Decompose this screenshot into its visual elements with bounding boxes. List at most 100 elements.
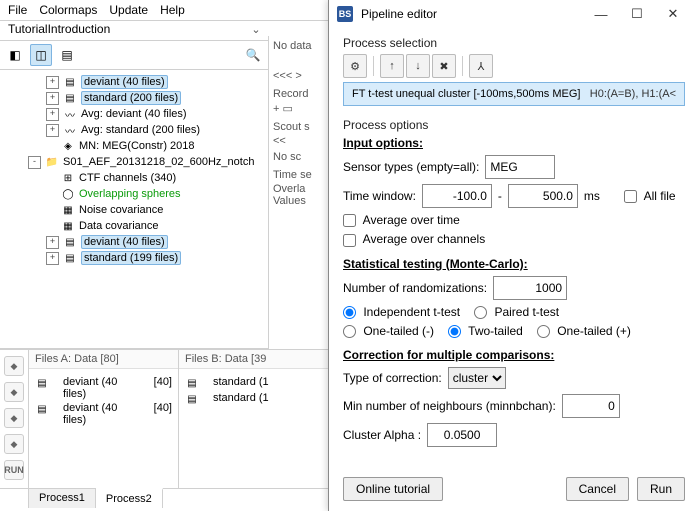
run-button-small[interactable]: RUN [4,460,24,480]
sensor-types-input[interactable] [485,155,555,179]
nav-next-button[interactable]: > [295,70,301,82]
expand-icon[interactable]: + [46,76,59,89]
mn-icon: ◈ [61,139,75,153]
project-title[interactable]: TutorialIntroduction [4,20,248,38]
scout-prev-button[interactable]: << [273,135,286,147]
tab-process2[interactable]: Process2 [96,488,163,508]
search-icon[interactable]: 🔍 [242,44,264,66]
expand-icon[interactable]: + [46,108,59,121]
expand-icon[interactable]: + [46,92,59,105]
vtool-c-icon[interactable]: ◆ [4,408,24,428]
vertical-toolbar: ◆ ◆ ◆ ◆ RUN [0,350,29,488]
maximize-icon[interactable]: ☐ [619,6,655,22]
selected-process[interactable]: FT t-test unequal cluster [-100ms,500ms … [343,82,685,106]
tree-node[interactable]: +〰Avg: standard (200 files) [0,122,266,138]
tree-label: CTF channels (340) [79,172,176,184]
list-item[interactable]: ▤deviant (40 files)[40] [35,401,172,427]
dialog-titlebar: BS Pipeline editor — ☐ ✕ [329,0,698,28]
overla-label: Overla [273,183,324,195]
alpha-input[interactable] [427,423,497,447]
expand-icon[interactable]: + [46,124,59,137]
toolbar-db-icon[interactable]: ◧ [4,44,26,66]
file-icon: ▤ [185,392,199,406]
branch-icon[interactable]: ⅄ [469,54,493,78]
online-tutorial-button[interactable]: Online tutorial [343,477,443,501]
tree-node[interactable]: + 〰 Avg: deviant (40 files) [0,106,266,122]
nrand-input[interactable] [493,276,567,300]
file-name: standard (1 [213,392,269,406]
tail-neg-radio[interactable]: One-tailed (-) [343,324,434,338]
menu-update[interactable]: Update [109,3,148,17]
files-a-header: Files A: Data [80] [29,350,178,369]
expand-icon[interactable]: - [28,156,41,169]
tree-node[interactable]: ◈MN: MEG(Constr) 2018 [0,138,266,154]
tree-label: Avg: deviant (40 files) [81,108,187,120]
list-item[interactable]: ▤standard (1 [185,375,322,391]
box-button[interactable]: ▭ [283,103,293,115]
toolbar-func-icon[interactable]: ◫ [30,44,52,66]
tree-node[interactable]: ⊞CTF channels (340) [0,170,266,186]
corr-type-label: Type of correction: [343,371,442,385]
expand-icon[interactable]: + [46,252,59,265]
tree-node[interactable]: +▤standard (200 files) [0,90,266,106]
move-up-icon[interactable]: ↑ [380,54,404,78]
tab-process1[interactable]: Process1 [29,489,96,508]
time-to-input[interactable] [508,184,578,208]
nrand-label: Number of randomizations: [343,281,487,295]
move-down-icon[interactable]: ↓ [406,54,430,78]
tree-node[interactable]: +▤standard (199 files) [0,250,266,266]
tree-node[interactable]: ◯Overlapping spheres [0,186,266,202]
timese-label: Time se [273,169,324,181]
vtool-b-icon[interactable]: ◆ [4,382,24,402]
wave-icon: 〰 [63,107,77,121]
process-selection-label: Process selection [343,36,685,50]
tree-node[interactable]: ▦Data covariance [0,218,266,234]
files-a-list[interactable]: ▤deviant (40 files)[40]▤deviant (40 file… [29,369,178,488]
file-name: standard (1 [213,376,269,390]
menu-colormaps[interactable]: Colormaps [39,3,97,17]
tree-label: Overlapping spheres [79,188,181,200]
gear-icon[interactable]: ⚙ [343,54,367,78]
minimize-icon[interactable]: — [583,7,619,22]
tree-node[interactable]: +▤deviant (40 files) [0,234,266,250]
list-item[interactable]: ▤ standard (1 [185,391,322,407]
list-icon: ▤ [63,235,77,249]
cancel-button[interactable]: Cancel [566,477,629,501]
menu-file[interactable]: File [8,3,27,17]
tree-view[interactable]: +▤deviant (40 files)+▤standard (200 file… [0,70,268,349]
toolbar-folder-icon[interactable]: ▤ [56,44,78,66]
list-item[interactable]: ▤deviant (40 files)[40] [35,375,172,401]
avg-channels-checkbox[interactable]: Average over channels [343,232,485,246]
file-count: [40] [154,376,172,400]
tail-pos-radio[interactable]: One-tailed (+) [537,324,631,338]
remove-icon[interactable]: ✖ [432,54,456,78]
expand-icon[interactable]: + [46,236,59,249]
vtool-d-icon[interactable]: ◆ [4,434,24,454]
nav-prev-button[interactable]: <<< [273,70,292,82]
chevron-down-icon[interactable]: ⌄ [248,23,264,36]
plus-button[interactable]: + [273,103,279,115]
files-b-header: Files B: Data [39 [179,350,328,369]
files-b-list[interactable]: ▤standard (1▤standard (1 [179,369,328,488]
run-button[interactable]: Run [637,477,685,501]
menu-help[interactable]: Help [160,3,185,17]
tree-node[interactable]: -📁S01_AEF_20131218_02_600Hz_notch [0,154,266,170]
indep-ttest-radio[interactable]: Independent t-test [343,305,460,319]
file-icon: ▤ [35,376,49,390]
tail-two-radio[interactable]: Two-tailed [448,324,523,338]
time-from-input[interactable] [422,184,492,208]
paired-ttest-radio[interactable]: Paired t-test [474,305,559,319]
close-icon[interactable]: ✕ [655,6,691,22]
corr-type-select[interactable]: cluster [448,367,506,389]
tree-label: standard (199 files) [81,251,181,265]
pipeline-editor-dialog: BS Pipeline editor — ☐ ✕ Process selecti… [328,0,698,511]
minnb-input[interactable] [562,394,620,418]
tree-node[interactable]: ▦Noise covariance [0,202,266,218]
vtool-a-icon[interactable]: ◆ [4,356,24,376]
nodata-label: No data [273,40,324,52]
tree-node[interactable]: +▤deviant (40 files) [0,74,266,90]
avg-time-checkbox[interactable]: Average over time [343,213,460,227]
all-file-checkbox[interactable]: All file [624,189,676,203]
tree-label: Avg: standard (200 files) [81,124,200,136]
process-tabs: Process1 Process2 [0,488,328,508]
